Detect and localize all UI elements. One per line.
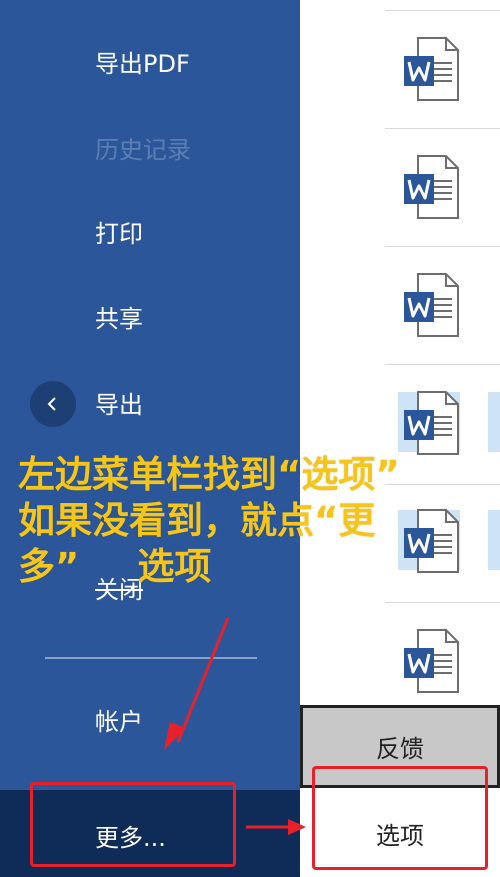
annotation-tail: 选项	[137, 545, 212, 588]
arrow-head-icon	[164, 722, 186, 750]
annotation-line-3: 多” 选项	[18, 544, 488, 590]
annotation-line: 多”	[18, 545, 80, 588]
arrow-head-icon	[288, 819, 306, 835]
instruction-annotation: 左边菜单栏找到“选项” 如果没看到，就点“更 多” 选项	[18, 452, 488, 590]
annotation-arrows	[164, 617, 306, 835]
annotation-line: 左边菜单栏找到“选项”	[18, 453, 400, 496]
annotation-line: 如果没看到，就点“更	[18, 499, 376, 542]
